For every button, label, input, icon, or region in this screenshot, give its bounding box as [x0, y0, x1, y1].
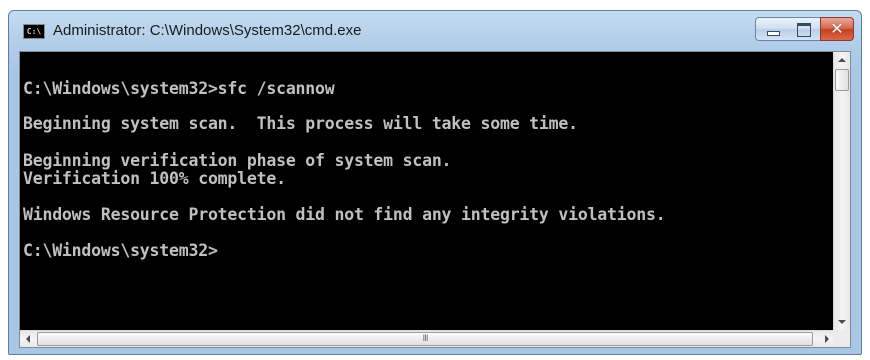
console-line: C:\Windows\system32> [23, 241, 218, 260]
vertical-scroll-thumb[interactable] [835, 69, 849, 91]
resize-grip[interactable] [833, 330, 850, 347]
cmd-icon[interactable]: C:\ [23, 24, 45, 39]
maximize-icon [797, 23, 811, 37]
scroll-left-arrow-icon[interactable] [26, 335, 30, 343]
console-area[interactable]: C:\Windows\system32>sfc /scannow Beginni… [19, 51, 851, 348]
horizontal-scroll-thumb[interactable]: III [37, 332, 813, 346]
scroll-down-arrow-icon[interactable] [838, 320, 846, 324]
scroll-right-arrow-icon[interactable] [825, 335, 829, 343]
close-icon: ✕ [830, 19, 844, 38]
console-line: C:\Windows\system32>sfc /scannow [23, 79, 335, 98]
cmd-window: C:\ Administrator: C:\Windows\System32\c… [8, 10, 862, 355]
horizontal-scrollbar[interactable]: III [20, 330, 835, 347]
close-button[interactable]: ✕ [820, 17, 854, 41]
console-line: Beginning verification phase of system s… [23, 151, 452, 170]
window-title: Administrator: C:\Windows\System32\cmd.e… [53, 22, 362, 39]
minimize-button[interactable] [755, 17, 789, 41]
scroll-up-arrow-icon[interactable] [838, 58, 846, 62]
maximize-button[interactable] [788, 17, 821, 41]
vertical-scrollbar[interactable] [833, 52, 850, 330]
minimize-icon [767, 31, 780, 36]
console-output[interactable]: C:\Windows\system32>sfc /scannow Beginni… [20, 52, 835, 330]
scroll-grip: III [422, 334, 429, 344]
title-bar[interactable]: C:\ Administrator: C:\Windows\System32\c… [9, 11, 861, 51]
console-line: Beginning system scan. This process will… [23, 114, 578, 133]
console-line: Verification 100% complete. [23, 169, 286, 188]
console-line: Windows Resource Protection did not find… [23, 205, 666, 224]
